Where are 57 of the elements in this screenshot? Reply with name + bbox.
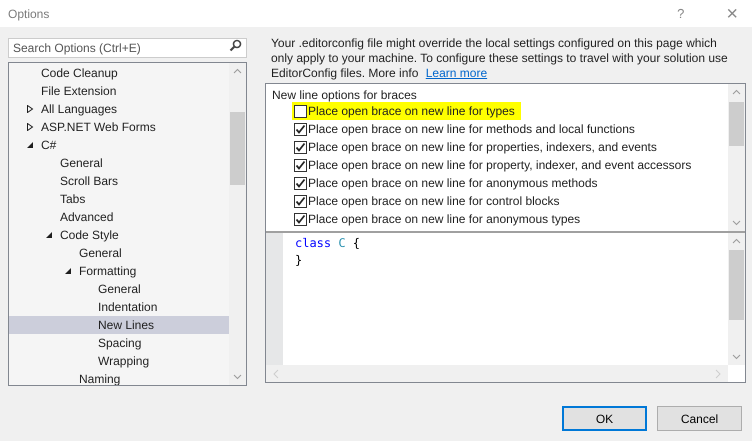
option-checkbox-row[interactable]: Place open brace on new line for types [292, 102, 521, 120]
option-checkbox-row[interactable]: Place open brace on new line for anonymous types [292, 210, 586, 228]
tree-item[interactable]: Formatting [9, 262, 229, 280]
code-line: } [295, 252, 302, 269]
tree-item[interactable]: Advanced [9, 208, 229, 226]
option-checkbox-row[interactable]: Place open brace on new line for anonymous methods [292, 174, 604, 192]
learn-more-link[interactable]: Learn more [426, 66, 488, 80]
search-icon[interactable] [229, 39, 242, 52]
expanded-triangle-icon[interactable] [26, 141, 34, 149]
search-field[interactable]: Search Options (Ctrl+E) [8, 38, 247, 58]
checkbox[interactable] [294, 122, 307, 136]
dialog-button[interactable]: Cancel [657, 406, 742, 431]
checkbox[interactable] [294, 194, 307, 208]
horizontal-scrollbar[interactable] [266, 365, 728, 382]
scrollbar[interactable] [229, 63, 246, 385]
option-checkbox-row[interactable]: Place open brace on new line for control blocks [292, 192, 566, 210]
tree-item[interactable]: General [9, 244, 229, 262]
option-checkbox-row[interactable]: Place open brace on new line for methods and local functions [292, 120, 641, 138]
scroll-thumb[interactable] [729, 102, 744, 146]
scroll-thumb[interactable] [230, 112, 245, 185]
tree-item[interactable]: All Languages [9, 100, 229, 118]
close-button[interactable]: × [726, 4, 738, 24]
code-line: class C { [295, 235, 360, 252]
tree-item[interactable]: Tabs [9, 190, 229, 208]
tree-item[interactable]: File Extension [9, 82, 229, 100]
scroll-left-icon[interactable] [272, 368, 280, 378]
group-heading: New line options for braces [272, 87, 417, 102]
scrollbar[interactable] [728, 84, 745, 231]
checkbox[interactable] [294, 212, 307, 226]
tree-item[interactable]: Wrapping [9, 352, 229, 370]
collapsed-triangle-icon[interactable] [26, 105, 34, 113]
scroll-right-icon[interactable] [714, 368, 722, 378]
scrollbar[interactable] [728, 233, 745, 365]
tree-item[interactable]: Code Style [9, 226, 229, 244]
tree-item[interactable]: General [9, 154, 229, 172]
tree-item[interactable]: Scroll Bars [9, 172, 229, 190]
tree-item[interactable]: C# [9, 136, 229, 154]
checkbox[interactable] [294, 158, 307, 172]
tree-item[interactable]: Indentation [9, 298, 229, 316]
tree-item[interactable]: ASP.NET Web Forms [9, 118, 229, 136]
tree-item[interactable]: Code Cleanup [9, 64, 229, 82]
editorconfig-notice: Your .editorconfig file might override the local settings configured on this page which only apply to your machine. To configure these settings to travel with your solution use EditorConfig files. More info Learn more [270, 36, 729, 82]
window-title: Options [8, 6, 50, 22]
tree-item[interactable]: Spacing [9, 334, 229, 352]
scroll-thumb[interactable] [729, 250, 744, 320]
checkbox[interactable] [294, 140, 307, 154]
checkbox[interactable] [294, 176, 307, 190]
option-checkbox-row[interactable]: Place open brace on new line for property, indexer, and event accessors [292, 156, 698, 174]
expanded-triangle-icon[interactable] [45, 231, 53, 239]
tree-item[interactable]: New Lines [9, 316, 229, 334]
option-checkbox-row[interactable]: Place open brace on new line for properties, indexers, and events [292, 138, 663, 156]
collapsed-triangle-icon[interactable] [26, 123, 34, 131]
checkbox[interactable] [294, 104, 307, 118]
expanded-triangle-icon[interactable] [64, 267, 72, 275]
help-button[interactable]: ? [677, 4, 684, 24]
dialog-button[interactable]: OK [562, 406, 647, 431]
tree-item[interactable]: General [9, 280, 229, 298]
